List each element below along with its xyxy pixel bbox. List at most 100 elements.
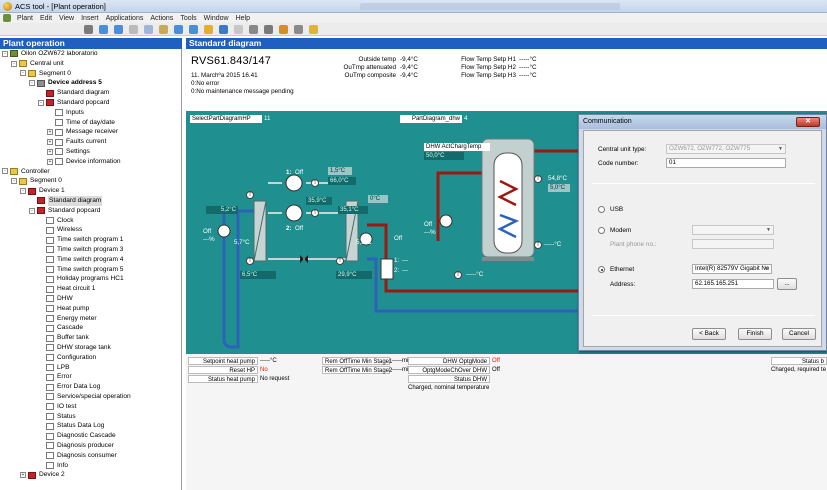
expand-toggle-icon[interactable]: - — [11, 178, 17, 185]
cut-icon[interactable] — [129, 24, 138, 34]
tree-item[interactable]: - Device address 5 — [29, 78, 102, 88]
part-diagram-dhw-value[interactable]: 4 — [464, 115, 467, 122]
expand-toggle-icon[interactable]: - — [2, 50, 8, 57]
folder-open-icon[interactable] — [204, 24, 213, 34]
filter-settings-icon[interactable] — [114, 24, 123, 34]
tree-item[interactable]: Wireless — [38, 225, 82, 235]
tree-item[interactable]: - Standard popcard — [29, 206, 100, 216]
menu-actions[interactable]: Actions — [150, 15, 173, 22]
tree-item[interactable]: Time switch program 4 — [38, 255, 123, 265]
expand-toggle-icon[interactable]: + — [47, 129, 53, 136]
menu-help[interactable]: Help — [236, 15, 250, 22]
expand-toggle-icon[interactable]: + — [47, 139, 53, 146]
menu-tools[interactable]: Tools — [180, 15, 196, 22]
tree-item[interactable]: Status Data Log — [38, 421, 104, 431]
tree-item[interactable]: Cascade — [38, 323, 83, 333]
tree-item[interactable]: Heat pump — [38, 304, 89, 314]
tree-item[interactable]: - Segment 0 — [20, 69, 71, 79]
tree-item[interactable]: - Central unit — [11, 59, 64, 69]
tree-item[interactable]: Energy meter — [38, 314, 97, 324]
tree-item[interactable]: + Device information — [47, 157, 121, 167]
tree-item[interactable]: Clock — [38, 216, 74, 226]
menu-edit[interactable]: Edit — [40, 15, 52, 22]
tree-item[interactable]: + Message receiver — [47, 127, 118, 137]
tree-item[interactable]: Error Data Log — [38, 382, 100, 392]
ethernet-radio[interactable] — [598, 266, 605, 273]
tree-item[interactable]: - Device 1 — [20, 186, 65, 196]
tree-item[interactable]: Standard diagram — [38, 88, 109, 98]
tree-item[interactable]: + Device 2 — [20, 470, 65, 480]
plant-phone-input[interactable] — [692, 239, 774, 249]
expand-toggle-icon[interactable]: - — [29, 207, 35, 214]
tree-item[interactable]: Holiday programs HC1 — [38, 274, 124, 284]
menu-view[interactable]: View — [59, 15, 74, 22]
modem-select[interactable]: ▼ — [692, 225, 774, 235]
tree-item[interactable]: Diagnosis producer — [38, 441, 114, 451]
tree-item[interactable]: - Oilon OZW672 laboratorio — [2, 49, 98, 59]
menu-plant[interactable]: Plant — [17, 15, 33, 22]
expand-toggle-icon[interactable]: - — [38, 99, 44, 106]
reset-hp-value[interactable]: No — [260, 366, 268, 374]
tree-item[interactable]: Standard diagram — [29, 196, 103, 206]
tree-item[interactable]: Diagnostic Cascade — [38, 431, 116, 441]
tree-item[interactable]: + Faults current — [47, 137, 106, 147]
expand-toggle-icon[interactable]: - — [2, 168, 8, 175]
tree-item[interactable]: - Standard popcard — [38, 98, 109, 108]
dhw-optgmode-value[interactable]: Off — [492, 357, 500, 365]
filter-icon[interactable] — [99, 24, 108, 34]
tree-item[interactable]: Buffer tank — [38, 333, 89, 343]
back-button[interactable]: < Back — [692, 328, 726, 340]
menu-window[interactable]: Window — [204, 15, 229, 22]
tree-item[interactable]: Time switch program 5 — [38, 265, 123, 275]
ethernet-adapter-select[interactable]: Intel(R) 82579V Gigabit Ne ▼ — [692, 264, 772, 274]
scissors-icon[interactable] — [249, 24, 258, 34]
tree-item[interactable]: Status — [38, 412, 76, 422]
tree-item[interactable]: - Controller — [2, 167, 50, 177]
modem-radio[interactable] — [598, 227, 605, 234]
expand-toggle-icon[interactable]: - — [11, 60, 17, 67]
expand-toggle-icon[interactable]: + — [47, 158, 53, 165]
tree-item[interactable]: Info — [38, 461, 68, 471]
select-part-diagram-value[interactable]: 11 — [264, 115, 270, 122]
expand-toggle-icon[interactable]: + — [20, 472, 26, 479]
expand-toggle-icon[interactable]: - — [20, 188, 26, 195]
cancel-button[interactable]: Cancel — [782, 328, 816, 340]
tree-item[interactable]: IO test — [38, 402, 76, 412]
tree-item[interactable]: + Settings — [47, 147, 90, 157]
tree-item[interactable]: DHW storage tank — [38, 343, 111, 353]
print-icon[interactable] — [84, 24, 93, 34]
back-arrow-icon[interactable] — [174, 24, 183, 34]
tree-item[interactable]: Time switch program 3 — [38, 245, 123, 255]
menu-insert[interactable]: Insert — [81, 15, 99, 22]
expand-toggle-icon[interactable]: - — [29, 80, 35, 87]
copy-icon[interactable] — [144, 24, 153, 34]
browse-button[interactable]: ... — [777, 278, 797, 290]
central-unit-type-select[interactable]: OZW672, OZW772, OZW775 ▼ — [666, 144, 786, 154]
tree-item[interactable]: DHW — [38, 294, 73, 304]
paste-icon[interactable] — [159, 24, 168, 34]
tree-item[interactable]: Service/special operation — [38, 392, 131, 402]
menu-applications[interactable]: Applications — [106, 15, 144, 22]
user-icon[interactable] — [279, 24, 288, 34]
forward-arrow-icon[interactable] — [189, 24, 198, 34]
usb-radio[interactable] — [598, 206, 605, 213]
expand-toggle-icon[interactable]: + — [47, 148, 53, 155]
finish-button[interactable]: Finish — [738, 328, 772, 340]
window-icon[interactable] — [219, 24, 228, 34]
wrench-icon[interactable] — [264, 24, 273, 34]
tree-item[interactable]: Diagnosis consumer — [38, 451, 117, 461]
tree-item[interactable]: - Segment 0 — [11, 176, 62, 186]
address-input[interactable]: 62.165.165.251 — [692, 279, 774, 289]
tree-item[interactable]: Inputs — [47, 108, 84, 118]
code-number-input[interactable]: 01 — [666, 158, 786, 168]
tree-item[interactable]: Error — [38, 372, 72, 382]
tree-item[interactable]: Configuration — [38, 353, 96, 363]
key-icon[interactable] — [309, 24, 318, 34]
close-icon[interactable]: ✕ — [796, 117, 820, 127]
tree-item[interactable]: LPB — [38, 363, 69, 373]
tree-item[interactable]: Time switch program 1 — [38, 235, 123, 245]
expand-toggle-icon[interactable]: - — [20, 70, 26, 77]
tree-item[interactable]: Time of day/date — [47, 118, 115, 128]
gear-icon[interactable] — [294, 24, 303, 34]
tree-item[interactable]: Heat circuit 1 — [38, 284, 95, 294]
